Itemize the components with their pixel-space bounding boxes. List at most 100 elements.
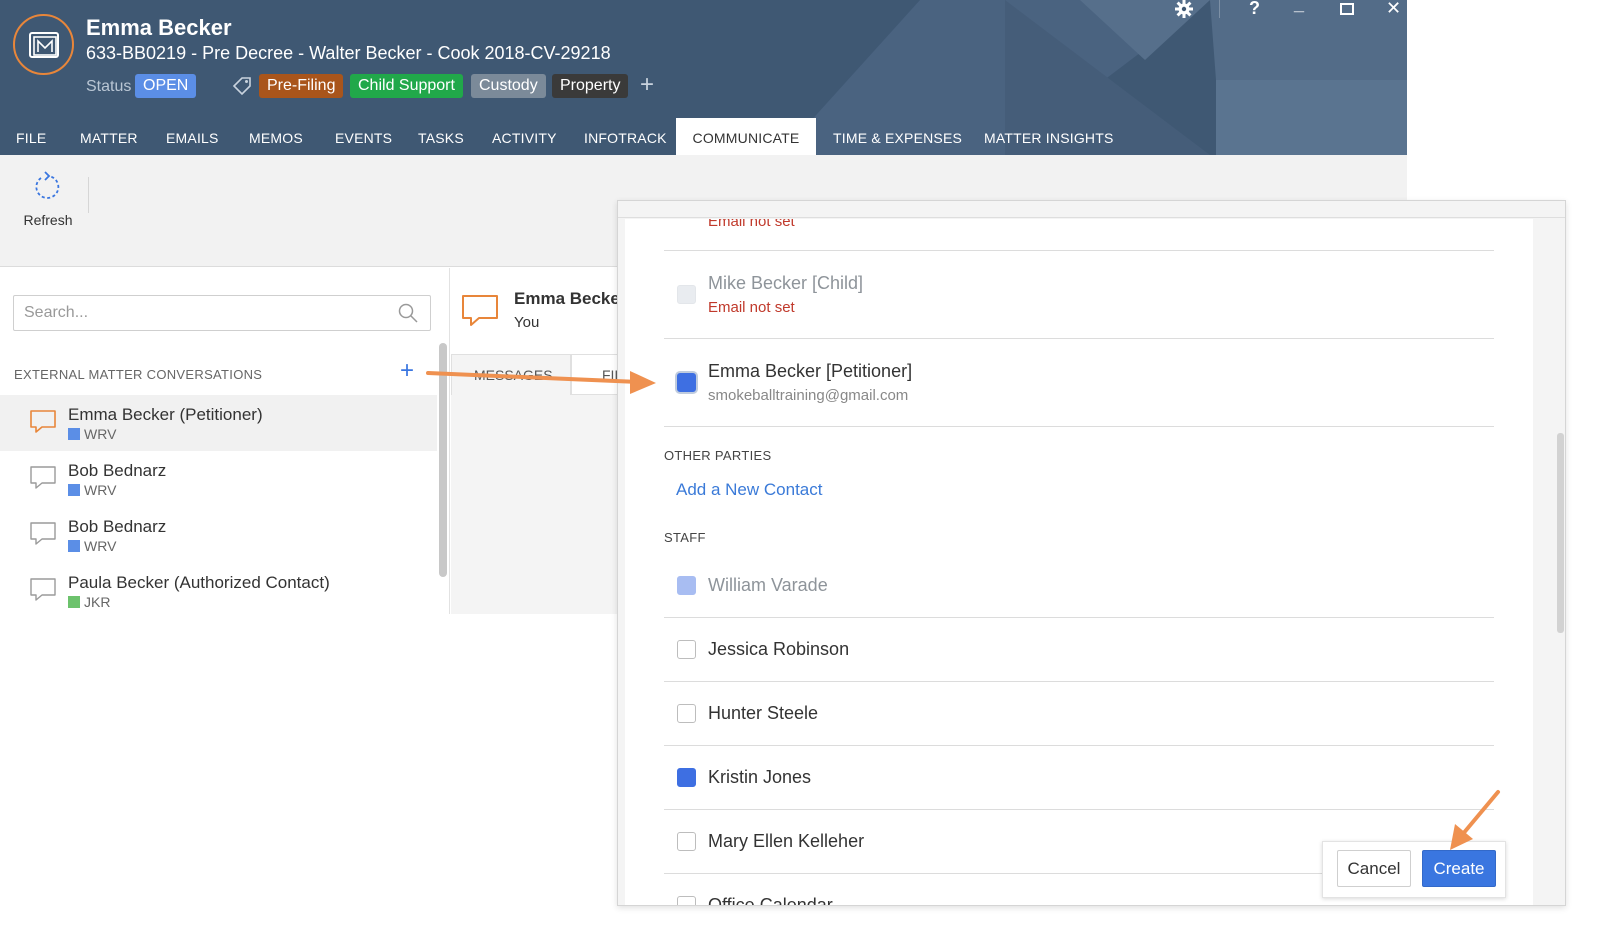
- tab-activity[interactable]: ACTIVITY: [492, 118, 557, 155]
- tab-events[interactable]: EVENTS: [335, 118, 392, 155]
- staff-name: Jessica Robinson: [708, 639, 850, 659]
- tag-child-support[interactable]: Child Support: [350, 74, 463, 98]
- chat-bubble-icon: [30, 522, 56, 545]
- staff-checkbox[interactable]: [677, 576, 696, 595]
- staff-title: STAFF: [664, 530, 706, 545]
- conversation-item[interactable]: Bob Bednarz WRV: [0, 507, 437, 563]
- help-button[interactable]: ?: [1249, 0, 1260, 19]
- tag-custody[interactable]: Custody: [471, 74, 546, 98]
- tab-emails[interactable]: EMAILS: [166, 118, 219, 155]
- conversation-tag: WRV: [68, 482, 116, 498]
- search-icon[interactable]: [398, 303, 418, 323]
- staff-row[interactable]: Kristin Jones: [664, 746, 1494, 810]
- client-name: Emma Becker: [86, 15, 232, 40]
- search-input[interactable]: [13, 295, 431, 331]
- staff-name: William Varade: [708, 575, 828, 595]
- window-separator: [1219, 0, 1220, 18]
- add-conversation-button[interactable]: +: [400, 359, 414, 383]
- tab-tasks[interactable]: TASKS: [418, 118, 464, 155]
- staff-checkbox[interactable]: [677, 896, 696, 905]
- conversation-tag: WRV: [68, 426, 116, 442]
- tag-color-square: [68, 428, 80, 440]
- dialog-button-bar: Cancel Create: [1322, 841, 1506, 898]
- tab-communicate[interactable]: COMMUNICATE: [676, 118, 816, 155]
- staff-checkbox[interactable]: [677, 768, 696, 787]
- add-new-contact-link[interactable]: Add a New Contact: [676, 480, 822, 500]
- section-title: EXTERNAL MATTER CONVERSATIONS: [14, 367, 263, 382]
- staff-checkbox[interactable]: [677, 832, 696, 851]
- chat-bubble-icon: [30, 578, 56, 601]
- conversations-panel: EXTERNAL MATTER CONVERSATIONS + Emma Bec…: [0, 268, 450, 614]
- nav-tabs: FILE MATTER EMAILS MEMOS EVENTS TASKS AC…: [0, 118, 1407, 155]
- staff-name: Kristin Jones: [708, 767, 812, 787]
- conversation-tabs: MESSAGES FILES: [451, 354, 617, 614]
- participant-row[interactable]: Emma Becker [Petitioner] smokeballtraini…: [664, 339, 1494, 427]
- staff-checkbox[interactable]: [677, 640, 696, 659]
- conversation-tag-label: WRV: [84, 538, 117, 554]
- tag-color-square: [68, 484, 80, 496]
- matter-description: 633-BB0219 - Pre Decree - Walter Becker …: [86, 43, 611, 63]
- conversation-item[interactable]: Emma Becker (Petitioner) WRV: [0, 395, 437, 451]
- participants-dialog: Email not set Mike Becker [Child] Email …: [617, 200, 1566, 906]
- create-button[interactable]: Create: [1422, 850, 1496, 887]
- status-badge[interactable]: OPEN: [135, 74, 197, 98]
- staff-name: Hunter Steele: [708, 703, 819, 723]
- participant-name: Mike Becker [Child]: [708, 273, 864, 293]
- refresh-button[interactable]: Refresh: [18, 171, 78, 228]
- participant-name: Emma Becker [Petitioner]: [708, 361, 913, 381]
- maximize-button[interactable]: [1340, 3, 1354, 15]
- conversations-scrollbar[interactable]: [439, 343, 447, 577]
- conversation-detail-panel: Emma Becker You MESSAGES FILES: [451, 268, 617, 614]
- chat-bubble-icon: [30, 466, 56, 489]
- tab-memos[interactable]: MEMOS: [249, 118, 303, 155]
- briefcase-icon: [29, 32, 59, 58]
- conversation-name: Paula Becker (Authorized Contact): [68, 573, 330, 592]
- refresh-label: Refresh: [23, 212, 73, 228]
- staff-row[interactable]: William Varade: [664, 554, 1494, 618]
- dialog-header: [618, 201, 1565, 218]
- participant-checkbox[interactable]: [677, 285, 696, 304]
- conversation-name: Bob Bednarz: [68, 517, 167, 536]
- staff-row[interactable]: Jessica Robinson: [664, 618, 1494, 682]
- tag-color-square: [68, 596, 80, 608]
- tag-color-square: [68, 540, 80, 552]
- conversation-tag-label: JKR: [84, 594, 111, 610]
- close-button[interactable]: ✕: [1386, 0, 1401, 19]
- participant-email: Email not set: [708, 299, 795, 316]
- tab-messages[interactable]: MESSAGES: [451, 354, 571, 395]
- dialog-scrollbar[interactable]: [1557, 433, 1564, 633]
- tab-files[interactable]: FILES: [571, 354, 617, 395]
- other-parties-title: OTHER PARTIES: [664, 448, 772, 463]
- chat-bubble-icon: [30, 410, 56, 433]
- participant-row[interactable]: Mike Becker [Child] Email not set: [664, 251, 1494, 339]
- add-tag-button[interactable]: +: [640, 73, 654, 97]
- chat-bubble-icon: [462, 295, 498, 326]
- tag-property[interactable]: Property: [552, 74, 629, 98]
- tag-pre-filing[interactable]: Pre-Filing: [259, 74, 344, 98]
- conversation-item[interactable]: Paula Becker (Authorized Contact) JKR: [0, 563, 437, 619]
- participants-list: Email not set Mike Becker [Child] Email …: [625, 219, 1533, 905]
- conversation-item[interactable]: Bob Bednarz WRV: [0, 451, 437, 507]
- gear-icon[interactable]: [1174, 0, 1194, 18]
- matter-header: Emma Becker 633-BB0219 - Pre Decree - Wa…: [0, 0, 1407, 155]
- tab-matter[interactable]: MATTER: [80, 118, 138, 155]
- conversation-title: Emma Becker: [514, 289, 617, 308]
- cancel-button[interactable]: Cancel: [1337, 850, 1411, 887]
- minimize-button[interactable]: _: [1294, 0, 1304, 15]
- conversation-tag: WRV: [68, 538, 116, 554]
- conversation-list: Emma Becker (Petitioner) WRV Bob Bednarz…: [0, 395, 437, 619]
- participant-checkbox[interactable]: [677, 373, 696, 392]
- tab-infotrack[interactable]: INFOTRACK: [584, 118, 667, 155]
- staff-checkbox[interactable]: [677, 704, 696, 723]
- participant-email: smokeballtraining@gmail.com: [708, 387, 909, 404]
- tab-file[interactable]: FILE: [16, 118, 46, 155]
- participant-row: Email not set: [664, 219, 1494, 251]
- matter-logo: [13, 14, 74, 75]
- tag-icon[interactable]: [232, 76, 252, 96]
- staff-row[interactable]: Hunter Steele: [664, 682, 1494, 746]
- staff-name: Mary Ellen Kelleher: [708, 831, 865, 851]
- tab-matter-insights[interactable]: MATTER INSIGHTS: [984, 118, 1114, 155]
- tab-time-expenses[interactable]: TIME & EXPENSES: [833, 118, 962, 155]
- conversation-name: Bob Bednarz: [68, 461, 167, 480]
- conversation-name: Emma Becker (Petitioner): [68, 405, 263, 424]
